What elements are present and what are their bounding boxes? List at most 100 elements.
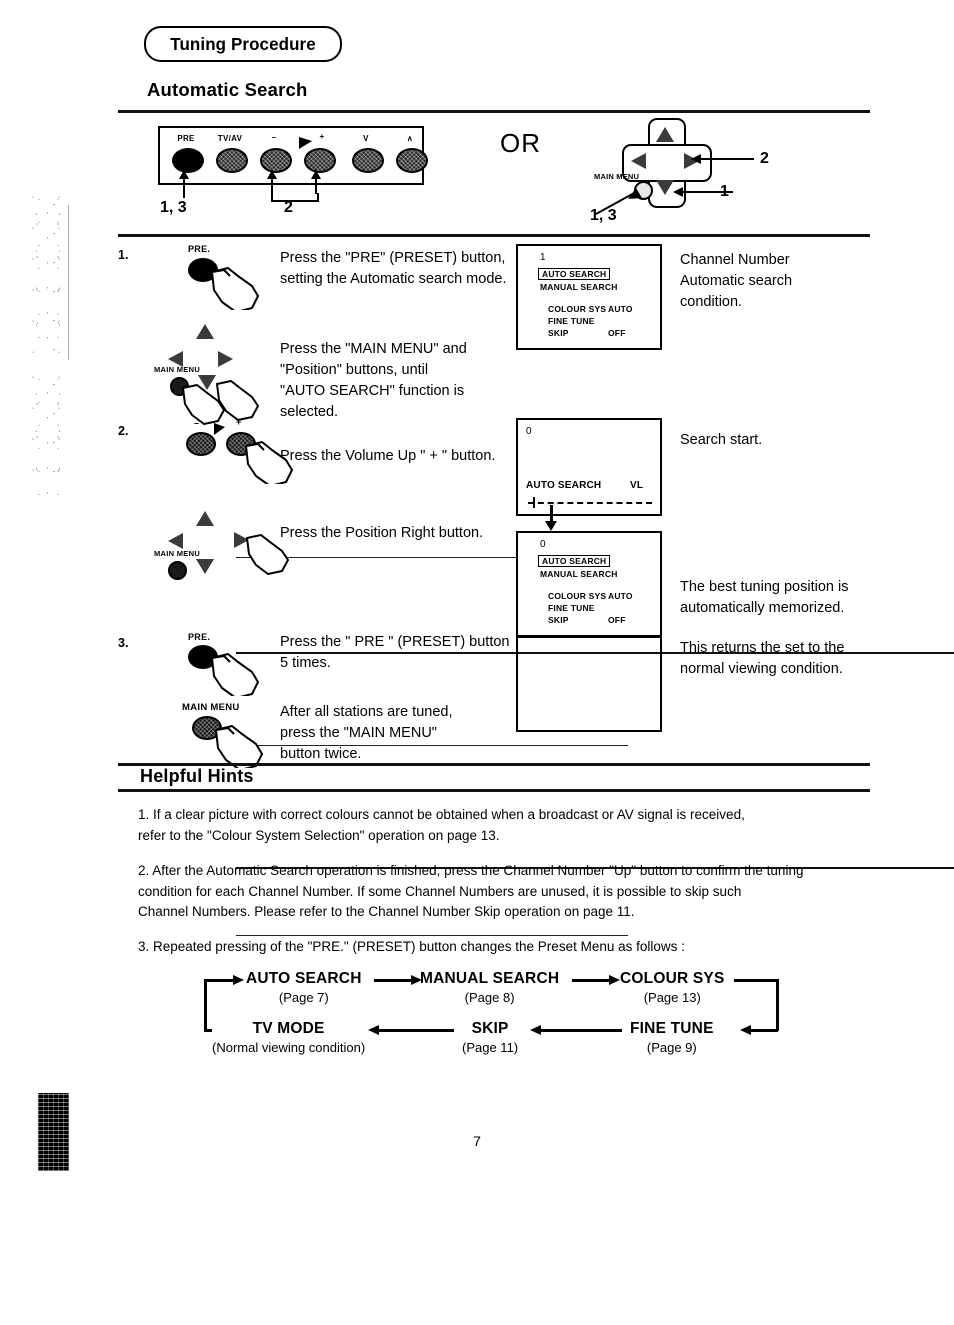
osd-row-label: COLOUR SYS bbox=[548, 304, 607, 314]
hint-item: 2. After the Automatic Search operation … bbox=[138, 863, 804, 919]
step-row: 2. – + Press the Volume Up " + " button.… bbox=[118, 412, 870, 516]
flow-arrow-right-to-fine-tune bbox=[740, 1025, 778, 1034]
section-heading: Automatic Search bbox=[147, 79, 308, 100]
pressing-hand-icon bbox=[211, 267, 259, 310]
volume-triangle-icon bbox=[214, 423, 225, 435]
step-instruction-cell: Press the Position Right button. bbox=[280, 505, 516, 630]
icon-caption-main-menu: MAIN MENU bbox=[182, 702, 240, 713]
osd-search-label: AUTO SEARCH bbox=[526, 480, 602, 491]
flow-node-page: (Page 8) bbox=[464, 990, 515, 1005]
flow-node-auto-search: AUTO SEARCH (Page 7) bbox=[246, 970, 362, 1005]
step-number: 2. bbox=[118, 424, 129, 438]
step-number: 3. bbox=[118, 636, 129, 650]
step-number-cell: 2. bbox=[118, 412, 140, 505]
osd-row-label: FINE TUNE bbox=[548, 603, 595, 613]
step-icon-cell: MAIN MENU bbox=[140, 317, 280, 425]
callout-arrow-vol-up bbox=[311, 170, 321, 194]
step-row: MAIN MENU Press the "MAIN MENU" and "Pos… bbox=[118, 317, 870, 425]
flow-line-left-vertical bbox=[204, 979, 207, 1031]
step-row: MAIN MENU After all stations are tuned, … bbox=[118, 698, 870, 770]
step-osd-cell bbox=[516, 317, 666, 412]
osd-channel-number: 0 bbox=[526, 426, 532, 437]
step-row: 3. PRE. Press the " PRE " (PRESET) butto… bbox=[118, 630, 870, 732]
page-number: 7 bbox=[473, 1133, 481, 1149]
flow-node-page: (Page 9) bbox=[646, 1040, 697, 1055]
scan-speckle-artifact bbox=[30, 195, 72, 355]
dpad-left-arrow-icon[interactable] bbox=[168, 533, 183, 549]
divider-below-diagram bbox=[118, 234, 870, 237]
callout-label-remote-menu: 1, 3 bbox=[590, 207, 617, 224]
page-title-pill: Tuning Procedure bbox=[144, 26, 342, 62]
page-title: Tuning Procedure bbox=[170, 33, 316, 54]
step-note-cell: The best tuning position is automaticall… bbox=[666, 505, 870, 630]
osd-channel-number: 1 bbox=[540, 252, 546, 263]
dpad-center-fill bbox=[653, 147, 677, 175]
volume-down-button-icon[interactable] bbox=[186, 432, 216, 456]
step-osd-cell: 0 AUTO SEARCH MANUAL SEARCH COLOUR SYS A… bbox=[516, 505, 666, 637]
callout-leader-right-arrow bbox=[691, 154, 714, 164]
or-label: OR bbox=[500, 128, 541, 158]
dpad-up-arrow-icon[interactable] bbox=[196, 324, 214, 339]
flow-node-label: MANUAL SEARCH bbox=[420, 970, 560, 987]
dpad-up-arrow-icon[interactable] bbox=[196, 511, 214, 526]
dpad-up-arrow-icon[interactable] bbox=[656, 127, 674, 142]
flow-node-label: COLOUR SYS bbox=[620, 970, 725, 987]
step-instruction: Press the "MAIN MENU" and "Position" but… bbox=[280, 341, 467, 420]
tv-control-panel-diagram: PRE TV/AV – + V ∧ bbox=[158, 126, 428, 185]
osd-screen: 0 AUTO SEARCH MANUAL SEARCH COLOUR SYS A… bbox=[516, 531, 662, 637]
osd-selected-item[interactable]: AUTO SEARCH bbox=[538, 555, 611, 567]
icon-caption-main-menu: MAIN MENU bbox=[154, 365, 201, 374]
flow-node-page: (Page 11) bbox=[462, 1040, 519, 1055]
callout-label-pre: 1, 3 bbox=[160, 199, 187, 216]
osd-band-label: VL bbox=[630, 480, 644, 491]
osd-item-manual-search[interactable]: MANUAL SEARCH bbox=[540, 569, 618, 579]
flow-node-page: (Page 7) bbox=[278, 990, 329, 1005]
step-instruction-cell: After all stations are tuned, press the … bbox=[280, 698, 516, 770]
manual-page: Tuning Procedure Automatic Search PRE TV… bbox=[0, 0, 954, 1325]
step-number: 1. bbox=[118, 248, 129, 262]
flow-line-right-vertical bbox=[776, 979, 779, 1031]
tv-button-label-vol-down: – bbox=[271, 133, 277, 142]
step-icon-cell: PRE. bbox=[140, 240, 280, 317]
step-note: The best tuning position is automaticall… bbox=[680, 579, 849, 616]
flow-arrow-left-to-auto-search bbox=[204, 975, 244, 984]
step-instruction-cell: Press the " PRE " (PRESET) button 5 time… bbox=[280, 630, 516, 698]
tv-button-label-pre: PRE bbox=[177, 134, 195, 143]
tv-button-channel-up[interactable] bbox=[396, 148, 428, 173]
step-note: Channel Number Automatic search conditio… bbox=[680, 252, 793, 310]
step-icon-cell: MAIN MENU bbox=[140, 505, 289, 630]
osd-screen: 0 AUTO SEARCH VL bbox=[516, 418, 662, 516]
steps-table: 1. PRE. Press the "PRE" (PRESET) button,… bbox=[118, 240, 954, 936]
step-number-cell: 1. bbox=[118, 240, 140, 317]
divider-step bbox=[236, 935, 628, 936]
callout-label-remote-right: 2 bbox=[760, 150, 769, 167]
osd-row-value: AUTO bbox=[608, 304, 633, 314]
dpad-down-arrow-icon[interactable] bbox=[656, 180, 674, 195]
step-osd-cell: 1 AUTO SEARCH MANUAL SEARCH COLOUR SYS A… bbox=[516, 240, 666, 350]
divider-below-hints-heading bbox=[118, 789, 870, 792]
icon-caption-vol-down: – bbox=[194, 418, 200, 428]
flow-arrow-skip-to-tv-mode bbox=[368, 1025, 454, 1034]
step-instruction: Press the Volume Up " + " button. bbox=[280, 448, 496, 464]
osd-row-label: COLOUR SYS bbox=[548, 591, 607, 601]
step-instruction: Press the Position Right button. bbox=[280, 525, 484, 541]
step-number-cell bbox=[118, 505, 140, 630]
dpad-left-arrow-icon[interactable] bbox=[631, 153, 646, 169]
osd-item-manual-search[interactable]: MANUAL SEARCH bbox=[540, 282, 618, 292]
step-icon-cell: PRE. bbox=[140, 630, 280, 698]
pressing-hand-icon bbox=[215, 725, 263, 768]
icon-caption-vol-up: + bbox=[236, 417, 242, 427]
step-instruction-cell: Press the Volume Up " + " button. bbox=[280, 412, 516, 505]
step-number-cell bbox=[118, 698, 140, 770]
step-row: MAIN MENU Press the Position Right butto… bbox=[118, 505, 870, 637]
tv-button-channel-down[interactable] bbox=[352, 148, 384, 173]
flow-node-label: SKIP bbox=[471, 1020, 509, 1037]
dpad-down-arrow-icon[interactable] bbox=[196, 559, 214, 574]
dpad-right-arrow-icon[interactable] bbox=[218, 351, 233, 367]
pressing-hand-icon bbox=[246, 534, 289, 575]
osd-selected-item[interactable]: AUTO SEARCH bbox=[538, 268, 611, 280]
osd-flow-arrow bbox=[516, 505, 666, 531]
tv-button-tvav[interactable] bbox=[216, 148, 248, 173]
step-note-cell bbox=[666, 317, 870, 412]
flow-arrow-manual-to-colour bbox=[572, 975, 620, 984]
